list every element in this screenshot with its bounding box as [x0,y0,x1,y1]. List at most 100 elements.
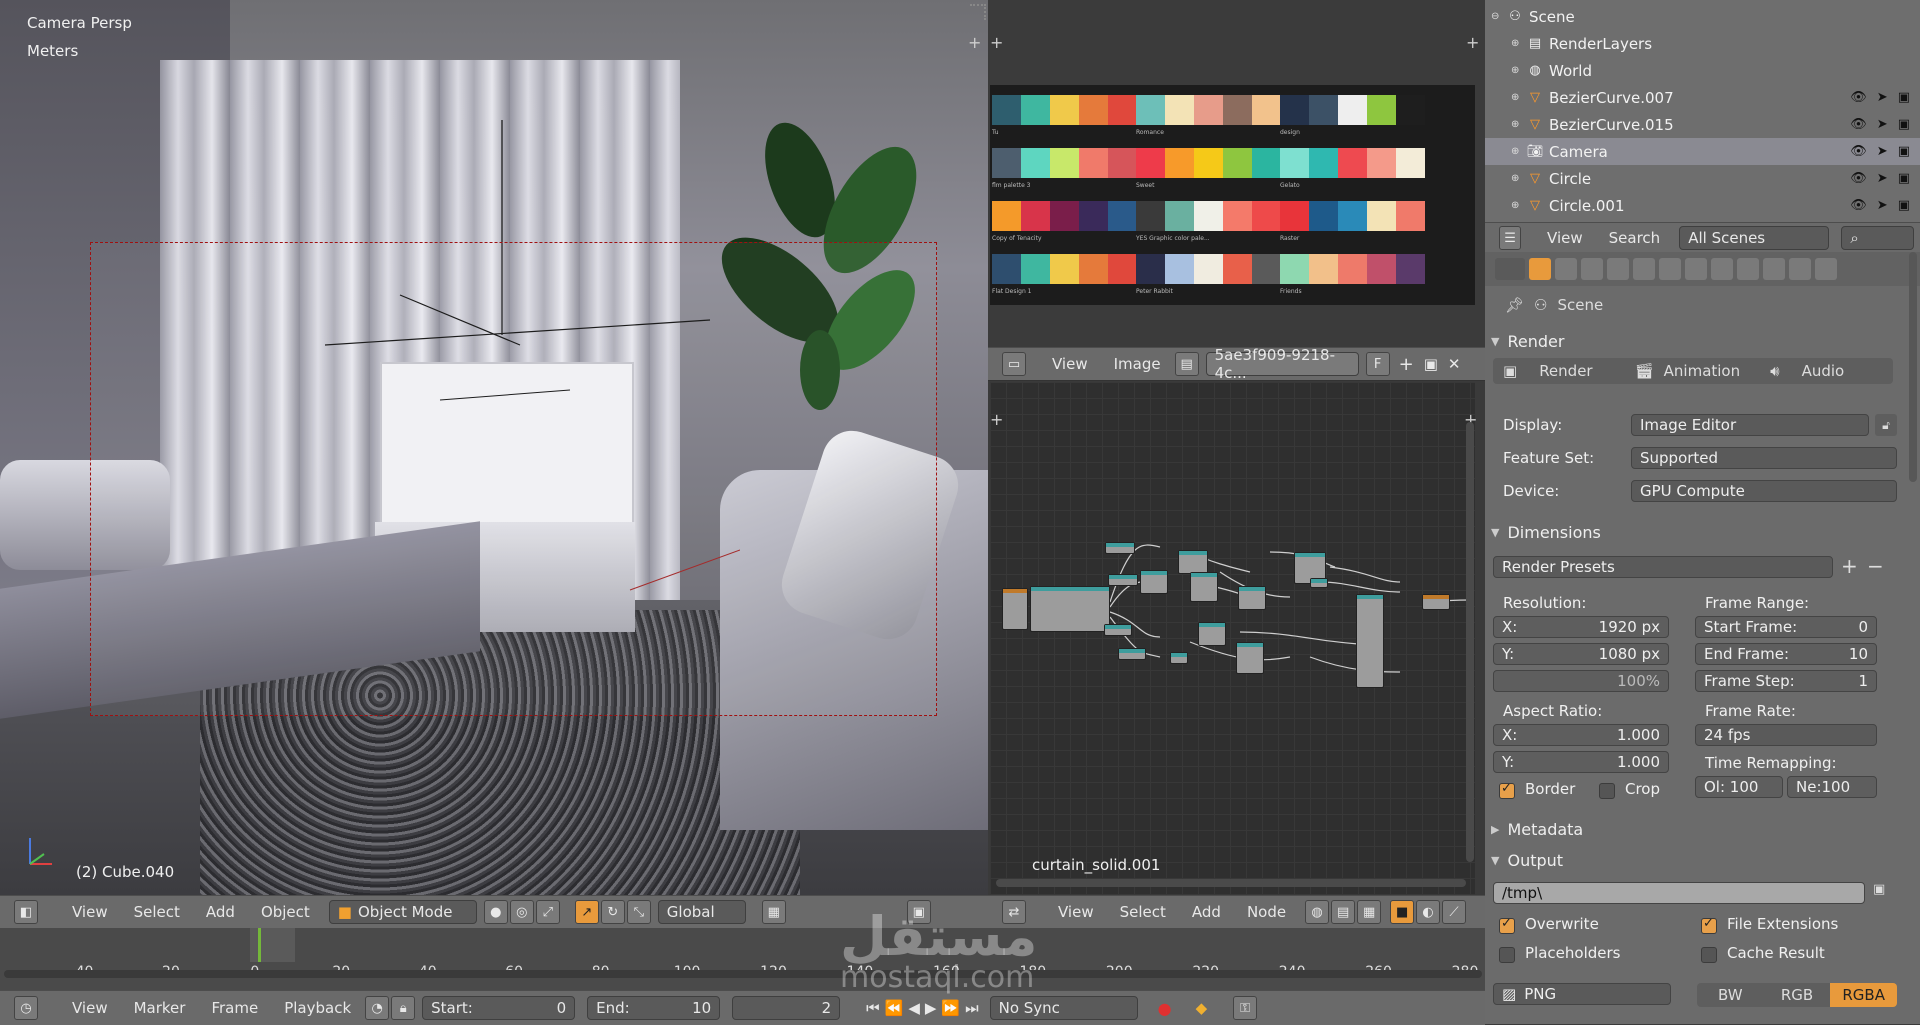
translate-icon[interactable]: ↗ [574,900,599,924]
camera-render-icon[interactable]: ▣ [1898,117,1910,132]
overwrite-checkbox[interactable] [1499,916,1515,934]
end-frame-field[interactable]: End: 10 [587,996,721,1020]
node-editor[interactable]: + + curtain_solid.001 [990,382,1477,895]
camera-render-icon[interactable]: ▣ [1898,90,1910,105]
display-dropdown[interactable]: Image Editor [1631,414,1869,436]
aspect-y-field[interactable]: Y: 1.000 [1493,751,1669,773]
editor-type-icon[interactable]: ☰ [1499,226,1522,250]
eye-icon[interactable]: 👁︎ [1850,90,1867,105]
node[interactable] [1104,624,1132,636]
lock-icon[interactable]: 🔒︎ [391,996,416,1020]
properties-editor[interactable]: 📌︎ ⚇ Scene ▼ Render ▣ Render 🎬︎ Animation 🔊… [1485,252,1920,1024]
plus-icon[interactable]: + [968,33,981,52]
render-presets-dropdown[interactable]: Render Presets [1493,556,1833,578]
crop-checkbox[interactable] [1599,783,1615,799]
outliner[interactable]: ⊖ ⚇ Scene ⊕ ▤ RenderLayers ⊕ ◍ World ⊕ ▽ BezierCurv… [1485,0,1920,222]
layers-icon[interactable]: ▦ [761,900,786,924]
playback-controls[interactable]: ⏮⏪◀▶⏩⏭ [866,999,983,1017]
search-field[interactable]: ⌕ [1841,226,1914,250]
menu-view[interactable]: View [1045,903,1107,921]
aspect-x-field[interactable]: X: 1.000 [1493,724,1669,746]
record-icon[interactable]: ● [1158,999,1172,1018]
cursor-icon[interactable]: ➤ [1877,144,1888,159]
device-dropdown[interactable]: GPU Compute [1631,480,1897,502]
orientation-selector[interactable]: Global [657,900,746,924]
node[interactable] [1108,574,1138,586]
eye-icon[interactable]: 👁︎ [1850,198,1867,213]
node[interactable] [1310,578,1328,588]
compositing-nodes-icon[interactable]: ▤ [1331,900,1356,924]
menu-object[interactable]: Object [248,903,323,921]
start-frame-field[interactable]: Start: 0 [422,996,576,1020]
preview-range-icon[interactable]: ◔ [365,996,390,1020]
expand-icon[interactable]: ⊕ [1511,38,1527,49]
horizontal-scrollbar[interactable] [996,879,1466,887]
frame-rate-dropdown[interactable]: 24 fps [1695,724,1877,746]
dimensions-panel-header[interactable]: ▼ Dimensions [1491,518,1891,546]
menu-view[interactable]: View [59,903,121,921]
menu-view[interactable]: View [1534,229,1596,247]
audio-button[interactable]: Audio [1802,362,1845,380]
border-checkbox[interactable] [1499,781,1515,799]
expand-icon[interactable]: ⊖ [1491,11,1507,22]
time-remap-new-field[interactable]: Ne:100 [1787,776,1877,798]
scale-icon[interactable]: ⤡ [626,900,651,924]
current-frame-field[interactable]: 2 [732,996,841,1020]
folder-icon[interactable]: ▣ [1873,882,1895,904]
outliner-row[interactable]: ⊕ ◍ World [1485,57,1920,84]
file-format-dropdown[interactable]: ▨ PNG [1493,983,1671,1005]
node[interactable] [1030,586,1110,632]
start-frame-field[interactable]: Start Frame: 0 [1695,616,1877,638]
frame-step-field[interactable]: Frame Step: 1 [1695,670,1877,692]
node[interactable] [1002,588,1028,630]
menu-playback[interactable]: Playback [271,999,364,1017]
rotate-icon[interactable]: ↻ [600,900,625,924]
outliner-row[interactable]: ⊕ ▤ RenderLayers [1485,30,1920,57]
file-extensions-checkbox[interactable] [1701,916,1717,934]
time-remap-old-field[interactable]: Ol: 100 [1695,776,1783,798]
plus-icon[interactable]: + [1466,33,1479,52]
cursor-icon[interactable]: ➤ [1877,117,1888,132]
open-folder-icon[interactable]: ▣ [1424,355,1438,373]
sync-selector[interactable]: No Sync [989,996,1138,1020]
area-corner-handle[interactable] [970,4,986,20]
add-preset-icon[interactable]: + [1841,554,1858,578]
expand-icon[interactable]: ⊕ [1511,92,1527,103]
shader-nodes-icon[interactable]: ◍ [1305,900,1330,924]
keying-set-icon[interactable]: ⚿ [1233,996,1258,1020]
node[interactable] [1190,572,1218,602]
new-image-icon[interactable]: + [1399,354,1414,375]
expand-icon[interactable]: ⊕ [1511,119,1527,130]
node[interactable] [1140,570,1168,594]
resolution-y-field[interactable]: Y: 1080 px [1493,643,1669,665]
line-style-icon[interactable]: ⟋ [1442,900,1467,924]
eye-icon[interactable]: 👁︎ [1850,117,1867,132]
camera-render-icon[interactable]: ▣ [1898,144,1910,159]
remove-preset-icon[interactable]: − [1867,554,1884,578]
camera-render-icon[interactable]: ▣ [1898,198,1910,213]
metadata-panel-header[interactable]: ▶ Metadata [1491,815,1891,843]
outliner-row[interactable]: ⊕ ▽ Circle.001 👁︎ ➤ ▣ [1485,192,1920,219]
editor-type-icon[interactable]: ▭ [1002,352,1026,376]
mode-selector[interactable]: ■ Object Mode [328,900,477,924]
shading-icon[interactable]: ● [483,900,508,924]
eye-icon[interactable]: 👁︎ [1850,171,1867,186]
menu-view[interactable]: View [59,999,121,1017]
resolution-percentage-field[interactable]: 100% [1493,670,1669,692]
node[interactable] [1105,542,1135,554]
placeholders-checkbox[interactable] [1499,947,1515,963]
node[interactable] [1178,550,1208,574]
image-name-field[interactable]: 5ae3f909-9218-4c... [1205,346,1359,382]
current-frame-cursor[interactable] [258,928,261,962]
cursor-icon[interactable]: ➤ [1877,171,1888,186]
menu-frame[interactable]: Frame [198,999,271,1017]
expand-icon[interactable]: ⊕ [1511,65,1527,76]
object-shader-icon[interactable]: ■ [1390,900,1415,924]
pivot-icon[interactable]: ◎ [509,900,534,924]
world-shader-icon[interactable]: ◐ [1416,900,1441,924]
vertical-scrollbar[interactable] [1466,422,1474,862]
3d-viewport[interactable]: Camera Persp Meters (2) Cube.040 + [0,0,988,895]
menu-view[interactable]: View [1039,355,1101,373]
menu-marker[interactable]: Marker [121,999,199,1017]
plus-icon[interactable]: + [990,33,1003,52]
